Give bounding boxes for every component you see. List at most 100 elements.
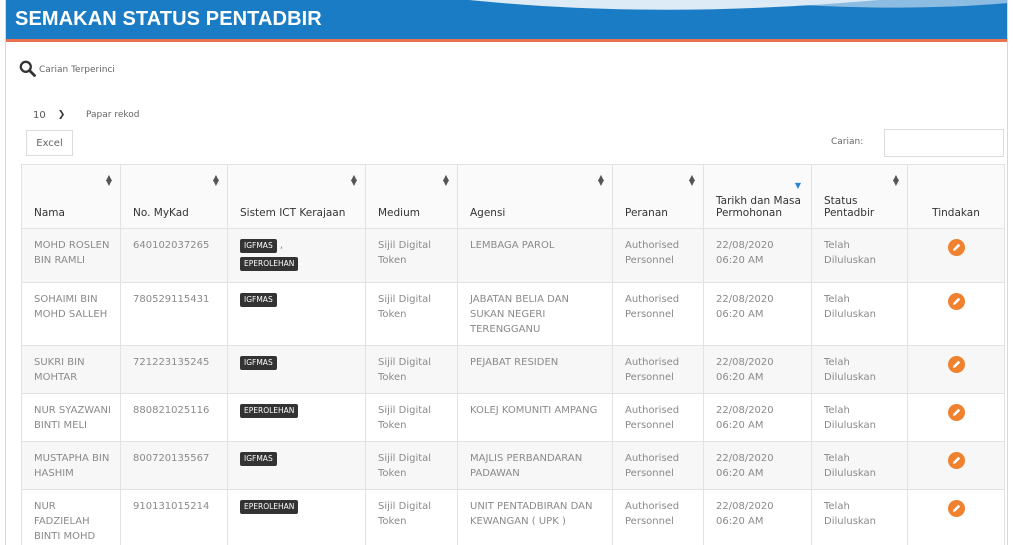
- cell-peranan: Authorised Personnel: [612, 228, 704, 283]
- sort-icon: ▲ ▼: [350, 173, 357, 187]
- cell-medium: Sijil Digital Token: [365, 228, 458, 283]
- table-header-row: Nama ▲ ▼ No. MyKad ▲ ▼ Sistem ICT Kerajaan ▲ ▼ Me…: [21, 164, 1005, 229]
- advanced-search-toggle[interactable]: Carian Terperinci: [19, 60, 115, 77]
- cell-action: [907, 441, 1005, 490]
- table-body: MOHD ROSLEN BIN RAMLI 640102037265 IGFMAS …: [21, 228, 1005, 545]
- edit-button[interactable]: [947, 452, 965, 469]
- cell-peranan: Authorised Personnel: [612, 393, 704, 442]
- edit-icon: [952, 360, 960, 368]
- cell-status: Telah Diluluskan: [811, 489, 908, 545]
- cell-nama: SOHAIMI BIN MOHD SALLEH: [21, 282, 121, 346]
- column-header-label: Agensi: [470, 207, 506, 219]
- column-header[interactable]: Nama ▲ ▼: [21, 164, 121, 229]
- cell-action: [907, 345, 1005, 394]
- cell-agensi: KOLEJ KOMUNITI AMPANG: [457, 393, 613, 442]
- cell-sistem: IGFMAS , EPEROLEHAN: [227, 228, 366, 283]
- column-header[interactable]: Sistem ICT Kerajaan ▲ ▼: [227, 164, 366, 229]
- cell-tarikh: 22/08/2020 06:20 AM: [703, 489, 812, 545]
- cell-status: Telah Diluluskan: [811, 345, 908, 394]
- search-label: Carian:: [831, 137, 864, 147]
- cell-peranan: Authorised Personnel: [612, 441, 704, 490]
- column-header-label: Tindakan: [932, 207, 980, 219]
- column-header[interactable]: Status Pentadbir ▲ ▼: [811, 164, 908, 229]
- page-frame: SEMAKAN STATUS PENTADBIR Carian Terperin…: [5, 0, 1008, 545]
- cell-agensi: MAJLIS PERBANDARAN PADAWAN: [457, 441, 613, 490]
- column-header[interactable]: Medium ▲ ▼: [365, 164, 458, 229]
- cell-mykad: 640102037265: [120, 228, 228, 283]
- column-header-label: Peranan: [625, 207, 668, 219]
- table-row: NUR FADZIELAH BINTI MOHD FADZIL910131015…: [21, 489, 1005, 545]
- column-header-label: No. MyKad: [133, 207, 189, 219]
- cell-nama: NUR FADZIELAH BINTI MOHD FADZIL: [21, 489, 121, 545]
- cell-sistem: EPEROLEHAN: [227, 489, 366, 545]
- cell-medium: Sijil Digital Token: [365, 489, 458, 545]
- cell-sistem: EPEROLEHAN: [227, 393, 366, 442]
- edit-icon: [952, 297, 960, 305]
- cell-nama: SUKRI BIN MOHTAR: [21, 345, 121, 394]
- table-row: SUKRI BIN MOHTAR 721223135245 IGFMAS Sijil …: [21, 345, 1005, 394]
- sort-icon: ▲ ▼: [212, 173, 219, 187]
- cell-agensi: PEJABAT RESIDEN: [457, 345, 613, 394]
- cell-tarikh: 22/08/2020 06:20 AM: [703, 345, 812, 394]
- edit-button[interactable]: [947, 356, 965, 373]
- search-input[interactable]: [884, 129, 1004, 157]
- page-title: SEMAKAN STATUS PENTADBIR: [15, 8, 322, 30]
- column-header-label: Sistem ICT Kerajaan: [240, 207, 346, 219]
- search-icon: [19, 60, 36, 77]
- column-header[interactable]: Tarikh dan Masa Permohonan ▼: [703, 164, 812, 229]
- edit-icon: [952, 243, 960, 251]
- badge-separator: ,: [276, 240, 284, 251]
- system-badge: EPEROLEHAN: [240, 257, 299, 271]
- edit-button[interactable]: [947, 500, 965, 517]
- system-badge: IGFMAS: [240, 293, 277, 307]
- cell-nama: NUR SYAZWANI BINTI MELI: [21, 393, 121, 442]
- page-length-select[interactable]: 10 ❯: [26, 105, 81, 125]
- table-row: NUR SYAZWANI BINTI MELI 880821025116 EPERO…: [21, 393, 1005, 442]
- column-header-label: Medium: [378, 207, 420, 219]
- cell-medium: Sijil Digital Token: [365, 345, 458, 394]
- sort-icon: ▲ ▼: [688, 173, 695, 187]
- sort-desc-icon: ▼: [794, 181, 801, 190]
- column-header-label: Nama: [34, 207, 65, 219]
- cell-nama: MUSTAPHA BIN HASHIM: [21, 441, 121, 490]
- edit-button[interactable]: [947, 239, 965, 256]
- cell-medium: Sijil Digital Token: [365, 441, 458, 490]
- cell-sistem: IGFMAS: [227, 282, 366, 346]
- chevron-down-icon: ❯: [57, 110, 66, 120]
- cell-status: Telah Diluluskan: [811, 441, 908, 490]
- column-header-label: Tarikh dan Masa Permohonan: [716, 195, 801, 219]
- cell-agensi: JABATAN BELIA DAN SUKAN NEGERI TERENGGAN…: [457, 282, 613, 346]
- cell-mykad: 880821025116: [120, 393, 228, 442]
- cell-tarikh: 22/08/2020 06:20 AM: [703, 393, 812, 442]
- column-header[interactable]: Agensi ▲ ▼: [457, 164, 613, 229]
- edit-button[interactable]: [947, 404, 965, 421]
- cell-medium: Sijil Digital Token: [365, 282, 458, 346]
- system-badge: IGFMAS: [240, 356, 277, 370]
- cell-status: Telah Diluluskan: [811, 393, 908, 442]
- edit-icon: [952, 408, 960, 416]
- cell-tarikh: 22/08/2020 06:20 AM: [703, 228, 812, 283]
- cell-action: [907, 393, 1005, 442]
- column-header[interactable]: No. MyKad ▲ ▼: [120, 164, 228, 229]
- cell-status: Telah Diluluskan: [811, 228, 908, 283]
- cell-mykad: 780529115431: [120, 282, 228, 346]
- cell-agensi: UNIT PENTADBIRAN DAN KEWANGAN ( UPK ): [457, 489, 613, 545]
- edit-button[interactable]: [947, 293, 965, 310]
- sort-icon: ▲ ▼: [597, 173, 604, 187]
- table-row: SOHAIMI BIN MOHD SALLEH 780529115431 IGFMA…: [21, 282, 1005, 346]
- sort-icon: ▲ ▼: [442, 173, 449, 187]
- page-length-label: Papar rekod: [86, 110, 140, 120]
- cell-peranan: Authorised Personnel: [612, 282, 704, 346]
- column-header[interactable]: Peranan ▲ ▼: [612, 164, 704, 229]
- sort-icon: ▲ ▼: [105, 173, 112, 187]
- cell-agensi: LEMBAGA PAROL: [457, 228, 613, 283]
- column-header-label: Status Pentadbir: [824, 195, 875, 219]
- edit-icon: [952, 504, 960, 512]
- header-decoration: [469, 0, 1007, 10]
- header-bar: SEMAKAN STATUS PENTADBIR: [6, 0, 1007, 42]
- advanced-search-label: Carian Terperinci: [39, 65, 115, 75]
- cell-action: [907, 489, 1005, 545]
- page-length-control: 10 ❯ Papar rekod: [26, 105, 139, 125]
- cell-tarikh: 22/08/2020 06:20 AM: [703, 441, 812, 490]
- excel-export-button[interactable]: Excel: [26, 130, 73, 156]
